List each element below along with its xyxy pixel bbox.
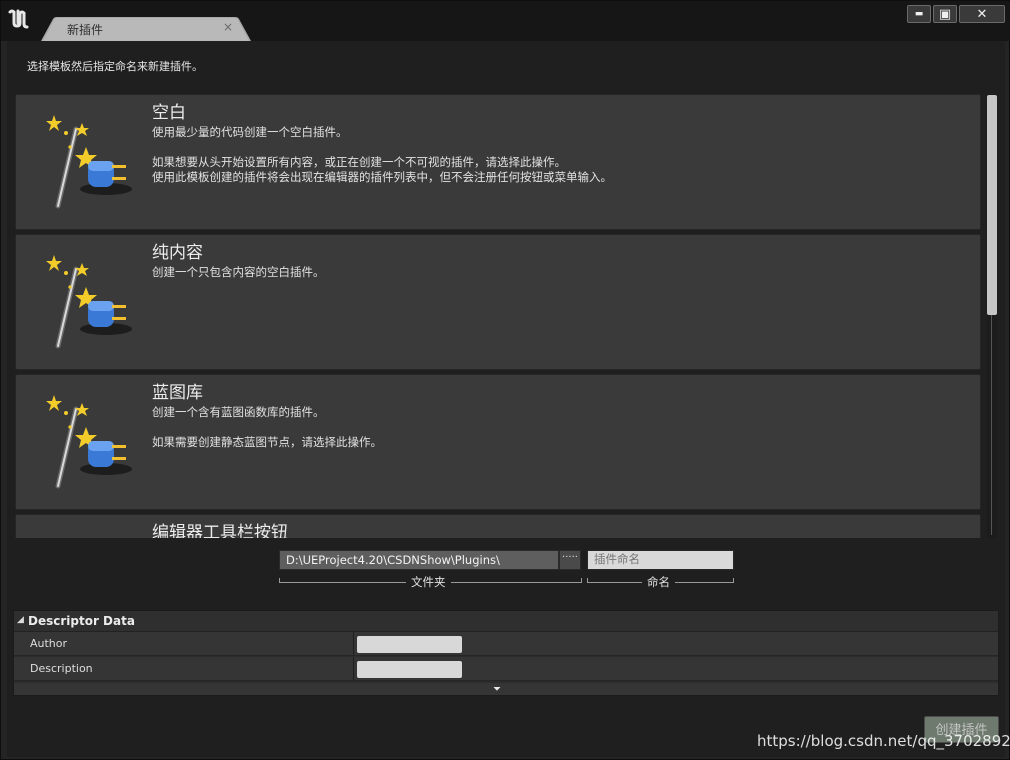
plugin-wand-icon [46,395,132,489]
descriptor-row-author: Author [14,632,998,656]
minimize-button[interactable]: ▬ [907,5,931,23]
tab-new-plugin[interactable]: 新插件 × [41,17,251,41]
scrollbar-rail [991,315,992,535]
close-button[interactable]: ✕ [959,5,1005,23]
column-divider[interactable] [353,657,354,681]
expand-arrow-icon[interactable]: ⏷ [493,684,501,695]
minimize-icon: ▬ [914,9,924,19]
name-caption: 命名 [642,574,675,590]
maximize-button[interactable]: ▣ [933,5,957,23]
tab-close-icon[interactable]: × [223,20,233,34]
description-input[interactable] [357,661,462,678]
description-label: Description [30,662,93,675]
template-list[interactable]: 空白 使用最少量的代码创建一个空白插件。 如果想要从头开始设置所有内容，或正在创… [15,94,982,538]
descriptor-row-description: Description [14,657,998,681]
collapse-arrow-icon[interactable]: ◢ [17,615,24,625]
template-title: 纯内容 [152,243,203,263]
template-title: 蓝图库 [152,383,203,403]
author-label: Author [30,637,68,650]
plugin-name-input[interactable] [587,550,734,570]
folder-caption-tick-right [581,578,582,583]
window-controls: ▬ ▣ ✕ [907,5,1005,23]
template-description: 创建一个含有蓝图函数库的插件。 如果需要创建静态蓝图节点，请选择此操作。 [152,405,382,449]
column-divider[interactable] [353,632,354,656]
template-title: 空白 [152,103,186,123]
close-icon: ✕ [976,6,988,22]
template-title: 编辑器工具栏按钮 [152,523,288,538]
maximize-icon: ▣ [938,6,952,22]
new-plugin-window: 新插件 × ▬ ▣ ✕ 选择模板然后指定命名来新建插件。 空白 使用最少量的代码… [0,0,1010,760]
unreal-engine-logo-icon [8,9,29,29]
folder-caption: 文件夹 [406,574,451,590]
template-card-editor-toolbar-button[interactable]: 编辑器工具栏按钮 [15,514,981,538]
plugin-wand-icon [46,255,132,349]
browse-folder-button[interactable]: ····· [559,550,581,570]
instruction-text: 选择模板然后指定命名来新建插件。 [27,60,203,73]
advanced-expander[interactable]: ⏷ [14,683,998,695]
template-card-blank[interactable]: 空白 使用最少量的代码创建一个空白插件。 如果想要从头开始设置所有内容，或正在创… [15,94,981,230]
template-description: 创建一个只包含内容的空白插件。 [152,265,325,279]
template-card-blueprint-library[interactable]: 蓝图库 创建一个含有蓝图函数库的插件。 如果需要创建静态蓝图节点，请选择此操作。 [15,374,981,510]
name-caption-tick-right [733,578,734,583]
descriptor-header[interactable]: ◢ Descriptor Data [14,611,998,632]
scrollbar-thumb[interactable] [987,95,997,315]
plugin-folder-path-field[interactable]: D:\UEProject4.20\CSDNShow\Plugins\ [279,550,559,570]
template-description: 使用最少量的代码创建一个空白插件。 如果想要从头开始设置所有内容，或正在创建一个… [152,125,612,184]
watermark-text: https://blog.csdn.net/qq_37028927 [757,732,1010,750]
plugin-wand-icon [46,115,132,209]
tab-title: 新插件 [67,23,104,37]
descriptor-data-panel: ◢ Descriptor Data Author Description ⏷ [13,610,999,696]
title-bar[interactable]: 新插件 × ▬ ▣ ✕ [1,1,1010,41]
descriptor-title: Descriptor Data [28,614,135,628]
template-card-content-only[interactable]: 纯内容 创建一个只包含内容的空白插件。 [15,234,981,370]
plugin-wand-icon [44,531,134,538]
author-input[interactable] [357,636,462,653]
